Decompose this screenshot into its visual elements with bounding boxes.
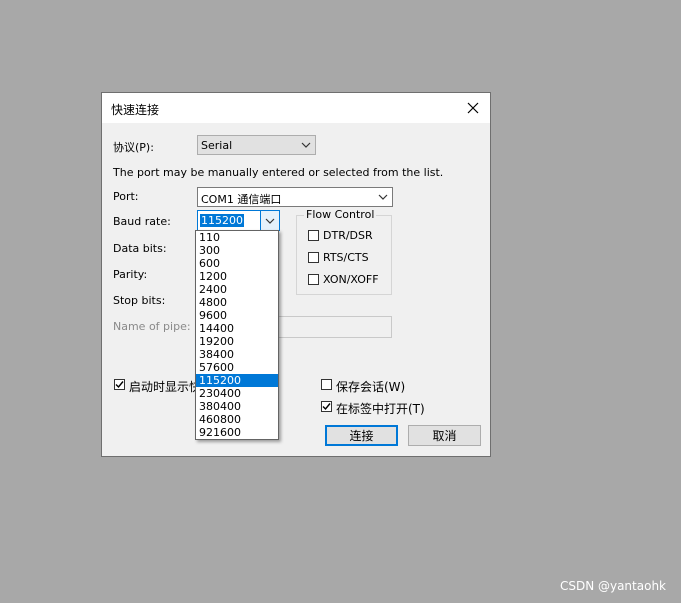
baud-rate-option[interactable]: 9600 [196, 309, 278, 322]
baud-rate-option[interactable]: 14400 [196, 322, 278, 335]
baud-rate-option[interactable]: 1200 [196, 270, 278, 283]
show-on-startup-label: 启动时显示快 [129, 380, 202, 394]
rts-cts-checkbox[interactable] [308, 252, 319, 263]
open-in-tab-checkbox[interactable] [321, 401, 332, 412]
close-icon [467, 102, 479, 114]
title-bar: 快速连接 [102, 93, 490, 123]
baud-rate-option[interactable]: 115200 [196, 374, 278, 387]
checkmark-icon [115, 381, 124, 389]
protocol-value: Serial [201, 139, 233, 152]
close-button[interactable] [456, 93, 490, 123]
baud-rate-option[interactable]: 110 [196, 231, 278, 244]
baud-rate-option[interactable]: 600 [196, 257, 278, 270]
baud-rate-option[interactable]: 300 [196, 244, 278, 257]
port-select[interactable]: COM1 通信端口 [197, 187, 393, 207]
pipe-name-input [276, 316, 392, 338]
parity-label: Parity: [113, 268, 148, 281]
baud-rate-value: 115200 [200, 214, 244, 227]
baud-rate-option[interactable]: 230400 [196, 387, 278, 400]
baud-rate-option[interactable]: 19200 [196, 335, 278, 348]
xon-xoff-label: XON/XOFF [323, 273, 379, 286]
dtr-dsr-checkbox[interactable] [308, 230, 319, 241]
protocol-select[interactable]: Serial [197, 135, 316, 155]
data-bits-label: Data bits: [113, 242, 167, 255]
save-session-checkbox[interactable] [321, 379, 332, 390]
dtr-dsr-label: DTR/DSR [323, 229, 373, 242]
baud-rate-dropdown-list: 110 300 600 1200 2400 4800 9600 14400 19200 38400… [195, 230, 279, 440]
protocol-label: 协议(P): [113, 141, 154, 154]
checkmark-icon [322, 403, 331, 411]
open-in-tab-label: 在标签中打开(T) [336, 402, 425, 416]
chevron-down-icon [260, 211, 279, 230]
baud-rate-option[interactable]: 460800 [196, 413, 278, 426]
flow-control-title: Flow Control [304, 208, 377, 221]
cancel-button[interactable]: 取消 [408, 425, 481, 446]
baud-rate-option[interactable]: 2400 [196, 283, 278, 296]
show-on-startup-checkbox[interactable] [114, 379, 125, 390]
baud-rate-option[interactable]: 4800 [196, 296, 278, 309]
port-hint: The port may be manually entered or sele… [113, 166, 444, 179]
baud-rate-option[interactable]: 380400 [196, 400, 278, 413]
quick-connect-dialog: 快速连接 协议(P): Serial The port may be manua… [101, 92, 491, 457]
baud-rate-option[interactable]: 921600 [196, 426, 278, 439]
save-session-label: 保存会话(W) [336, 380, 406, 394]
stop-bits-label: Stop bits: [113, 294, 166, 307]
xon-xoff-checkbox[interactable] [308, 274, 319, 285]
baud-rate-select[interactable]: 115200 [197, 210, 280, 231]
baud-rate-label: Baud rate: [113, 215, 171, 228]
baud-rate-option[interactable]: 38400 [196, 348, 278, 361]
connect-button[interactable]: 连接 [325, 425, 398, 446]
rts-cts-label: RTS/CTS [323, 251, 369, 264]
watermark-text: CSDN @yantaohk [559, 579, 666, 593]
pipe-name-label: Name of pipe: [113, 320, 191, 333]
baud-rate-option[interactable]: 57600 [196, 361, 278, 374]
port-label: Port: [113, 190, 139, 203]
port-value: COM1 通信端口 [201, 193, 282, 206]
chevron-down-icon [297, 136, 315, 154]
dialog-title: 快速连接 [111, 103, 160, 117]
chevron-down-icon [374, 188, 392, 206]
